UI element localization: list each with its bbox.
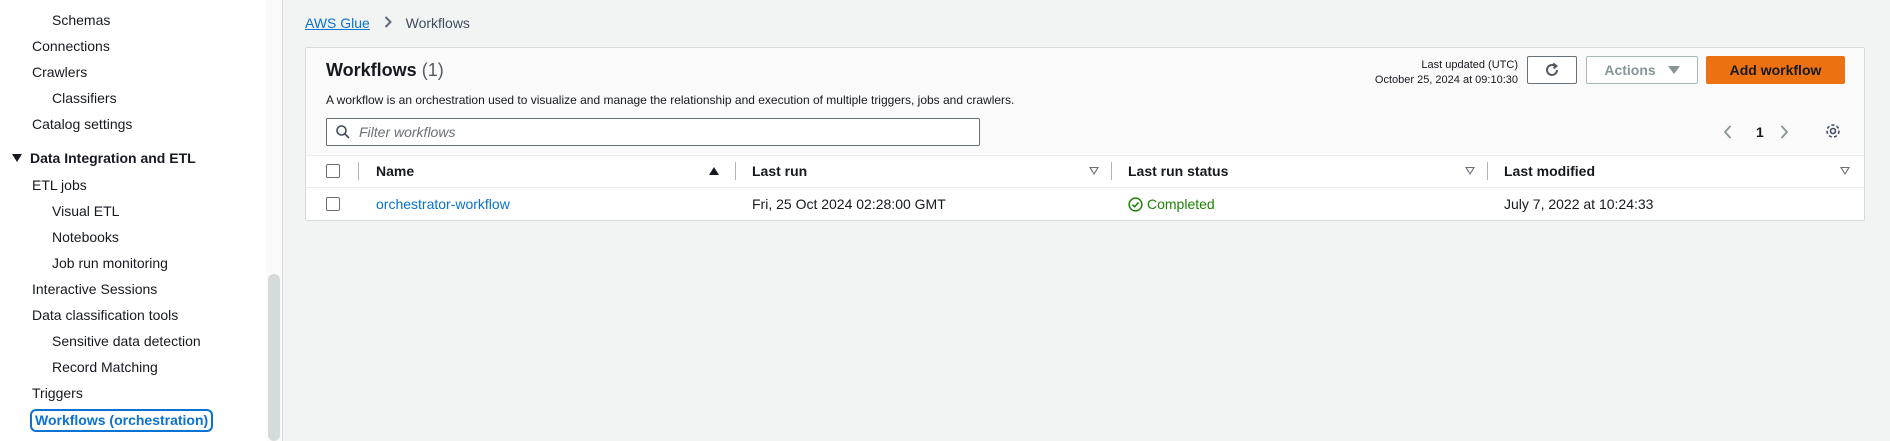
refresh-icon bbox=[1546, 62, 1559, 76]
last-updated: Last updated (UTC) October 25, 2024 at 0… bbox=[1308, 58, 1518, 88]
check-circle-icon bbox=[1128, 197, 1143, 212]
sidebar-item-catalog-settings[interactable]: Catalog settings bbox=[32, 115, 132, 133]
sidebar-scrollbar-thumb[interactable] bbox=[268, 274, 280, 441]
row-checkbox[interactable] bbox=[326, 197, 340, 211]
column-header-last-run-status[interactable]: Last run status bbox=[1128, 155, 1228, 187]
last-updated-value: October 25, 2024 at 09:10:30 bbox=[1374, 74, 1518, 86]
caret-down-icon bbox=[12, 154, 22, 163]
panel-count: (1) bbox=[421, 60, 444, 80]
sidebar-item-triggers[interactable]: Triggers bbox=[32, 384, 83, 402]
sidebar-item-schemas[interactable]: Schemas bbox=[52, 11, 110, 29]
pagination: 1 bbox=[1722, 122, 1862, 144]
sort-ascending-icon[interactable] bbox=[709, 167, 719, 175]
sidebar-item-etl-jobs[interactable]: ETL jobs bbox=[32, 176, 87, 194]
sidebar-item-visual-etl[interactable]: Visual ETL bbox=[52, 202, 119, 220]
sidebar-section-label: Data Integration and ETL bbox=[30, 150, 196, 166]
panel-description: A workflow is an orchestration used to v… bbox=[326, 93, 1015, 107]
gear-icon[interactable] bbox=[1824, 122, 1842, 140]
sidebar-item-data-classification-tools[interactable]: Data classification tools bbox=[32, 306, 178, 324]
sidebar: Schemas Connections Crawlers Classifiers… bbox=[0, 0, 267, 441]
sort-icon[interactable] bbox=[1465, 167, 1475, 175]
sidebar-item-sensitive-data-detection[interactable]: Sensitive data detection bbox=[52, 332, 201, 350]
last-modified-cell: July 7, 2022 at 10:24:33 bbox=[1504, 196, 1654, 212]
sidebar-item-workflows-active[interactable]: Workflows (orchestration) bbox=[30, 409, 214, 432]
column-divider bbox=[358, 162, 359, 180]
chevron-right-icon[interactable] bbox=[1778, 123, 1790, 141]
panel-title-text: Workflows bbox=[326, 60, 417, 80]
actions-label: Actions bbox=[1604, 62, 1656, 78]
status-badge: Completed bbox=[1128, 188, 1215, 220]
table-header: Name Last run Last run status Last modif… bbox=[306, 155, 1864, 188]
select-all-checkbox[interactable] bbox=[326, 164, 340, 178]
chevron-left-icon[interactable] bbox=[1722, 123, 1734, 141]
filter-workflows bbox=[326, 118, 980, 146]
page-number[interactable]: 1 bbox=[1756, 124, 1764, 140]
refresh-button[interactable] bbox=[1527, 56, 1577, 84]
sidebar-section-data-integration[interactable]: Data Integration and ETL bbox=[12, 149, 196, 167]
chevron-right-icon bbox=[384, 14, 392, 32]
page-title: Workflows (1) bbox=[326, 60, 444, 81]
sidebar-item-classifiers[interactable]: Classifiers bbox=[52, 89, 117, 107]
column-divider[interactable] bbox=[1111, 162, 1112, 180]
sidebar-item-notebooks[interactable]: Notebooks bbox=[52, 228, 119, 246]
sidebar-item-connections[interactable]: Connections bbox=[32, 37, 110, 55]
column-divider[interactable] bbox=[1487, 162, 1488, 180]
add-workflow-button[interactable]: Add workflow bbox=[1706, 56, 1845, 84]
filter-workflows-input[interactable] bbox=[359, 123, 959, 141]
sort-icon[interactable] bbox=[1840, 167, 1850, 175]
table-row: orchestrator-workflow Fri, 25 Oct 2024 0… bbox=[306, 188, 1864, 220]
column-header-last-modified[interactable]: Last modified bbox=[1504, 155, 1595, 187]
status-text: Completed bbox=[1147, 196, 1215, 212]
last-updated-label: Last updated (UTC) bbox=[1421, 59, 1518, 71]
column-header-name[interactable]: Name bbox=[376, 155, 414, 187]
breadcrumb-current: Workflows bbox=[405, 15, 470, 31]
sidebar-item-crawlers[interactable]: Crawlers bbox=[32, 63, 87, 81]
search-icon bbox=[336, 125, 350, 139]
actions-button[interactable]: Actions bbox=[1586, 56, 1698, 84]
breadcrumb-aws-glue[interactable]: AWS Glue bbox=[305, 15, 370, 31]
sort-icon[interactable] bbox=[1089, 167, 1099, 175]
last-run-cell: Fri, 25 Oct 2024 02:28:00 GMT bbox=[752, 196, 946, 212]
caret-down-icon bbox=[1667, 66, 1680, 74]
sidebar-item-interactive-sessions[interactable]: Interactive Sessions bbox=[32, 280, 157, 298]
sidebar-item-record-matching[interactable]: Record Matching bbox=[52, 358, 158, 376]
column-header-last-run[interactable]: Last run bbox=[752, 155, 807, 187]
workflow-name-link[interactable]: orchestrator-workflow bbox=[376, 188, 510, 220]
sidebar-item-job-run-monitoring[interactable]: Job run monitoring bbox=[52, 254, 168, 272]
column-divider[interactable] bbox=[735, 162, 736, 180]
workflows-panel: Workflows (1) A workflow is an orchestra… bbox=[305, 47, 1865, 221]
breadcrumb: AWS Glue Workflows bbox=[305, 14, 470, 32]
